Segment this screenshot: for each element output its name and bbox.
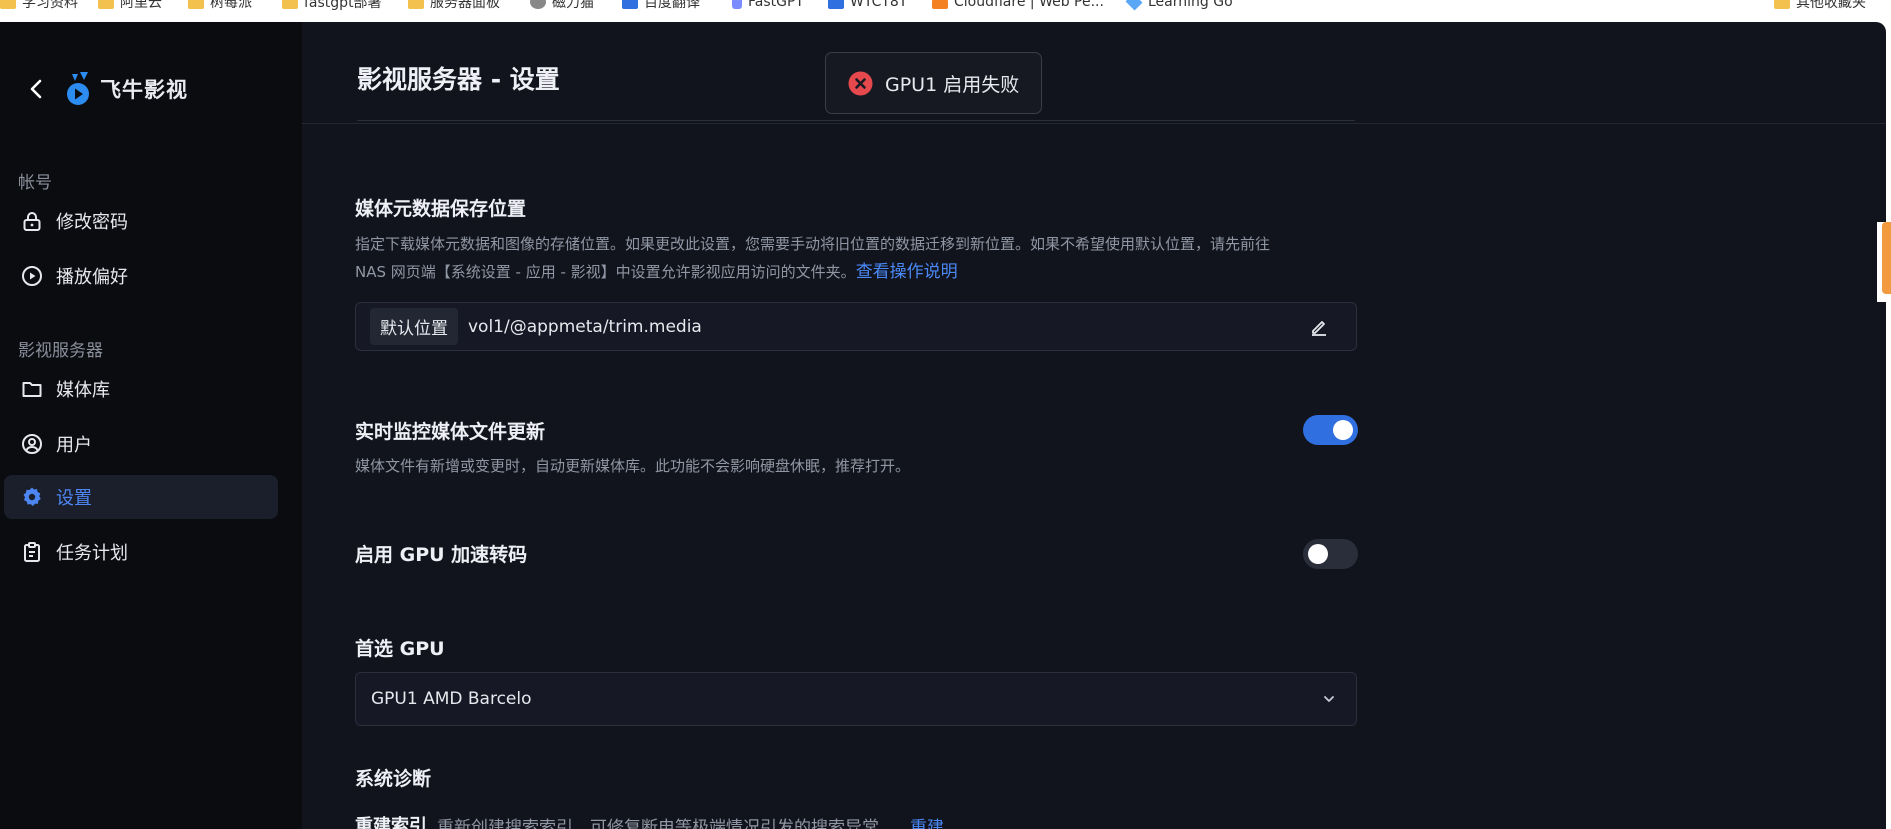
folder-icon (20, 377, 44, 401)
site-icon (828, 0, 844, 9)
view-instructions-link[interactable]: 查看操作说明 (856, 262, 958, 282)
error-toast: GPU1 启用失败 (825, 52, 1042, 114)
play-circle-icon (20, 264, 44, 288)
metadata-location-desc: 指定下载媒体元数据和图像的存储位置。如果更改此设置，您需要手动将旧位置的数据迁移… (355, 235, 1271, 282)
bookmark-item[interactable]: Learning Go (1125, 0, 1233, 12)
rebuild-index-name: 重建索引 (355, 816, 427, 829)
app-name: 飞牛影视 (100, 78, 188, 102)
page-title: 影视服务器 - 设置 (357, 65, 560, 94)
sidebar: 飞牛影视 帐号 修改密码 播放偏好 影视服务器 媒体库 用户 设置 任务计划 (0, 22, 302, 829)
sidebar-item-change-password[interactable]: 修改密码 (4, 199, 278, 243)
lock-icon (20, 209, 44, 233)
folder-icon (1774, 0, 1790, 9)
bookmark-item[interactable]: Cloudflare | Web Pe... (932, 0, 1104, 12)
bookmark-item[interactable]: fastgpt部署 (282, 0, 382, 12)
bookmark-item[interactable]: 阿里云 (98, 0, 162, 12)
brand: 飞牛影视 (26, 72, 188, 106)
sidebar-item-label: 修改密码 (56, 212, 128, 233)
sidebar-item-scheduled-tasks[interactable]: 任务计划 (4, 530, 278, 574)
sidebar-item-label: 播放偏好 (56, 267, 128, 288)
app-window: 飞牛影视 帐号 修改密码 播放偏好 影视服务器 媒体库 用户 设置 任务计划 影… (0, 22, 1886, 829)
folder-icon (98, 0, 114, 9)
preferred-gpu-value: GPU1 AMD Barcelo (371, 689, 532, 709)
bookmark-item[interactable]: 学习资料 (0, 0, 78, 12)
folder-icon (188, 0, 204, 9)
cloudflare-icon (932, 0, 948, 9)
gpu-accel-title: 启用 GPU 加速转码 (355, 544, 528, 566)
sidebar-item-settings[interactable]: 设置 (4, 475, 278, 519)
app-logo-icon (67, 72, 89, 105)
preferred-gpu-title: 首选 GPU (355, 638, 445, 660)
error-circle-icon (848, 71, 873, 95)
chevron-down-icon (1320, 690, 1338, 708)
user-circle-icon (20, 432, 44, 456)
toggle-knob (1308, 544, 1328, 564)
bookmark-item[interactable]: FastGPT (732, 0, 804, 12)
bookmark-item[interactable]: 其他收藏夹 (1774, 0, 1866, 12)
rebuild-index-desc: 重新创建搜索索引，可修复断电等极端情况引发的搜索异常。 (437, 817, 896, 829)
scrollbar-thumb[interactable] (1882, 222, 1891, 294)
sidebar-item-label: 设置 (56, 488, 92, 509)
bookmark-item[interactable]: WTCT8T (828, 0, 907, 12)
path-value: vol1/@appmeta/trim.media (468, 316, 702, 337)
sidebar-item-label: 媒体库 (56, 380, 110, 401)
bookmark-item[interactable]: 百度翻译 (622, 0, 700, 12)
metadata-path-field: 默认位置 vol1/@appmeta/trim.media (355, 302, 1357, 351)
sidebar-item-users[interactable]: 用户 (4, 422, 278, 466)
folder-icon (282, 0, 298, 9)
divider (357, 120, 1355, 121)
realtime-monitor-toggle[interactable] (1303, 415, 1358, 445)
preferred-gpu-select[interactable]: GPU1 AMD Barcelo (355, 672, 1357, 726)
bookmark-item[interactable]: 树莓派 (188, 0, 252, 12)
folder-icon (0, 0, 16, 9)
rebuild-link[interactable]: 重建 (910, 813, 944, 829)
section-label-account: 帐号 (18, 173, 52, 193)
toggle-knob (1333, 420, 1353, 440)
edit-icon[interactable] (1308, 316, 1330, 338)
rebuild-index-row: 重建索引 重新创建搜索索引，可修复断电等极端情况引发的搜索异常。 重建 (355, 812, 944, 829)
gpu-accel-toggle[interactable] (1303, 539, 1358, 569)
metadata-location-title: 媒体元数据保存位置 (355, 198, 527, 220)
main-content: 影视服务器 - 设置 GPU1 启用失败 媒体元数据保存位置 指定下载媒体元数据… (302, 22, 1886, 829)
sidebar-item-label: 用户 (56, 435, 92, 456)
toast-message: GPU1 启用失败 (885, 73, 1020, 96)
realtime-monitor-desc: 媒体文件有新增或变更时，自动更新媒体库。此功能不会影响硬盘休眠，推荐打开。 (355, 457, 911, 475)
go-icon (1125, 0, 1143, 11)
scrollbar[interactable] (1877, 222, 1891, 302)
path-tag: 默认位置 (370, 308, 458, 345)
clipboard-icon (20, 540, 44, 564)
bookmark-item[interactable]: 磁力猫 (530, 0, 594, 12)
bookmarks-bar: 学习资料 阿里云 树莓派 fastgpt部署 服务器面板 磁力猫 百度翻译 Fa… (0, 0, 1891, 22)
sidebar-item-playback-preference[interactable]: 播放偏好 (4, 254, 278, 298)
gear-icon (20, 485, 44, 509)
sidebar-item-label: 任务计划 (56, 543, 128, 564)
back-arrow-icon[interactable] (26, 78, 48, 100)
section-label-server: 影视服务器 (18, 341, 103, 361)
sidebar-item-media-library[interactable]: 媒体库 (4, 367, 278, 411)
diagnostics-title: 系统诊断 (355, 768, 432, 790)
magnet-icon (530, 0, 546, 9)
realtime-monitor-title: 实时监控媒体文件更新 (355, 421, 546, 443)
translate-icon (622, 0, 638, 9)
folder-icon (408, 0, 424, 9)
bookmark-item[interactable]: 服务器面板 (408, 0, 500, 12)
fastgpt-icon (732, 0, 742, 9)
header-divider (302, 123, 1886, 124)
